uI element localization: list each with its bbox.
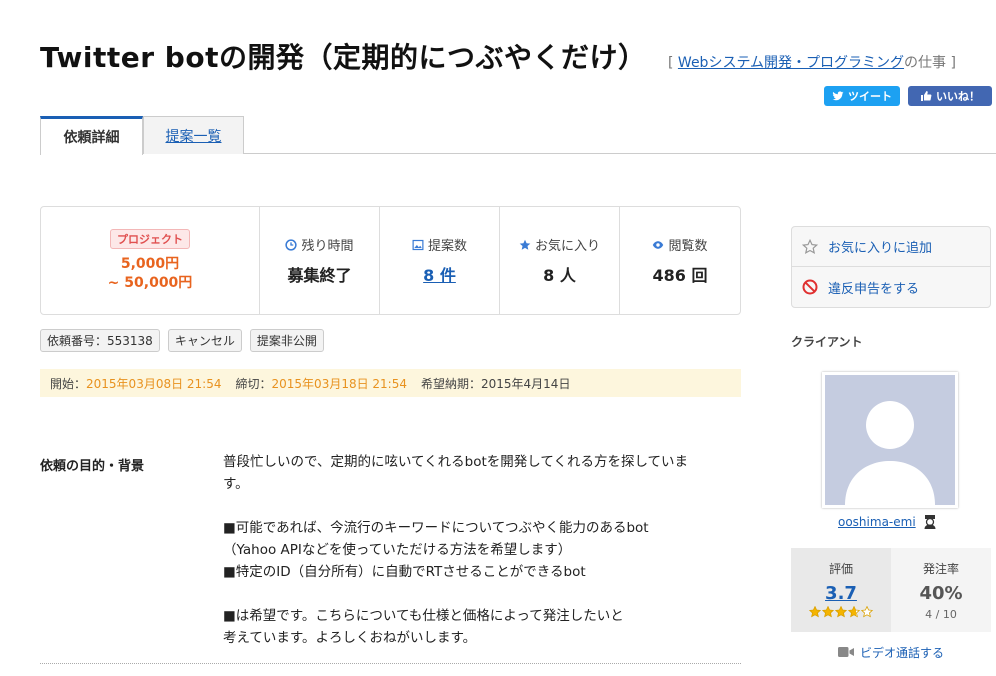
proposals-label: 提案数 — [427, 239, 467, 254]
rating-star-icon — [848, 606, 860, 618]
deadline-date: 2015年03月18日 21:54 — [271, 376, 407, 391]
report-violation-button[interactable]: 違反申告をする — [792, 267, 990, 307]
views-cell: 閲覧数 486 回 — [620, 207, 740, 314]
tweet-label: ツイート — [848, 90, 892, 103]
video-camera-icon — [837, 647, 854, 657]
purpose-line: ■可能であれば、今流行のキーワードについてつぶやく能力のあるbot — [223, 520, 649, 536]
purpose-line — [223, 495, 723, 517]
eye-icon — [653, 240, 664, 249]
category-link[interactable]: Webシステム開発・プログラミング — [678, 55, 904, 71]
proposals-count-link[interactable]: 8 件 — [423, 262, 456, 286]
start-date: 2015年03月08日 21:54 — [86, 376, 222, 391]
favorites-label: お気に入り — [534, 239, 600, 254]
prohibited-icon — [802, 279, 818, 295]
add-favorite-button[interactable]: お気に入りに追加 — [792, 227, 990, 267]
category-prefix: [ — [668, 55, 678, 71]
clock-icon — [285, 238, 298, 251]
identity-verified-icon — [924, 515, 936, 529]
order-ratio: 4 / 10 — [925, 608, 957, 621]
tweet-button[interactable]: ツイート — [824, 86, 900, 106]
tab-request-details[interactable]: 依頼詳細 — [40, 116, 143, 155]
purpose-line: す。 — [223, 476, 249, 492]
client-rating-panel: 評価 3.7 発注率 40% 4 / 10 — [791, 548, 991, 632]
client-heading: クライアント — [791, 335, 863, 349]
client-username-link[interactable]: ooshima-emi — [838, 515, 916, 529]
deadline-label: 締切： — [235, 376, 272, 391]
rating-cell: 評価 3.7 — [791, 548, 891, 632]
like-label: いいね！ — [936, 90, 980, 103]
rating-stars — [809, 606, 873, 618]
rating-star-icon — [835, 606, 847, 618]
tab-bar: 依頼詳細 提案一覧 — [40, 116, 996, 155]
sidebar-actions: お気に入りに追加 違反申告をする — [791, 226, 991, 308]
views-value: 486 回 — [652, 266, 708, 285]
start-label: 開始： — [50, 376, 87, 391]
purpose-line: 普段忙しいので、定期的に呟いてくれるbotを開発してくれる方を探していま — [223, 454, 689, 470]
category-suffix: の仕事 ] — [904, 55, 956, 71]
order-rate-cell: 発注率 40% 4 / 10 — [891, 548, 991, 632]
project-badge: プロジェクト — [110, 228, 190, 249]
remaining-time-label: 残り時間 — [301, 239, 354, 254]
image-icon — [412, 239, 424, 250]
like-button[interactable]: いいね！ — [908, 86, 992, 106]
views-label: 閲覧数 — [668, 239, 708, 254]
budget-cell: プロジェクト 5,000円 ~ 50,000円 — [41, 207, 260, 314]
rating-star-icon — [822, 606, 834, 618]
remaining-time-cell: 残り時間 募集終了 — [260, 207, 380, 314]
purpose-line: （Yahoo APIなどを使っていただける方法を希望します） — [223, 542, 572, 558]
proposal-visibility-tag: 提案非公開 — [249, 329, 324, 352]
purpose-text: 普段忙しいので、定期的に呟いてくれるbotを開発してくれる方を探していま す。 … — [223, 451, 723, 649]
star-icon — [519, 239, 531, 250]
purpose-line — [223, 583, 723, 605]
purpose-line: ■特定のID（自分所有）に自動でRTさせることができるbot — [223, 564, 586, 580]
video-call-button[interactable]: ビデオ通話する — [791, 638, 991, 666]
rating-value-link[interactable]: 3.7 — [825, 583, 857, 604]
star-outline-icon — [802, 238, 818, 254]
rating-star-icon — [861, 606, 873, 618]
tab-proposal-list[interactable]: 提案一覧 — [143, 116, 244, 154]
order-rate-value: 40% — [919, 583, 963, 604]
favorites-value: 8 人 — [543, 266, 576, 285]
job-tags: 依頼番号：553138 キャンセル 提案非公開 — [40, 329, 324, 352]
page-title: Twitter botの開発（定期的につぶやくだけ） — [40, 41, 647, 74]
thumbs-up-icon — [921, 91, 932, 101]
proposals-cell: 提案数 8 件 — [380, 207, 500, 314]
default-user-icon — [845, 401, 935, 505]
budget-min: 5,000円 — [120, 255, 180, 272]
video-call-label: ビデオ通話する — [859, 645, 944, 660]
twitter-bird-icon — [832, 91, 844, 101]
favorites-cell: お気に入り 8 人 — [500, 207, 620, 314]
report-violation-label: 違反申告をする — [828, 281, 920, 297]
order-rate-label: 発注率 — [922, 562, 959, 576]
rating-star-icon — [809, 606, 821, 618]
delivery-date: 希望納期：2015年4月14日 — [421, 376, 571, 391]
remaining-time-value: 募集終了 — [287, 266, 352, 285]
purpose-line: ■は希望です。こちらについても仕様と価格によって発注したいと — [223, 608, 624, 624]
add-favorite-label: お気に入りに追加 — [828, 241, 933, 256]
rating-label: 評価 — [828, 562, 853, 576]
job-stats-panel: プロジェクト 5,000円 ~ 50,000円 残り時間 募集終了 提案数 8 … — [40, 206, 741, 315]
section-divider — [40, 663, 741, 664]
schedule-bar: 開始： 2015年03月08日 21:54 締切： 2015年03月18日 21… — [40, 369, 741, 397]
job-number-tag: 依頼番号：553138 — [40, 329, 160, 352]
purpose-heading: 依頼の目的・背景 — [40, 459, 145, 474]
avatar[interactable] — [822, 372, 958, 508]
status-badge: キャンセル — [167, 329, 242, 352]
budget-max: ~ 50,000円 — [107, 274, 193, 291]
purpose-line: 考えています。よろしくおねがいします。 — [223, 630, 477, 646]
category-breadcrumb: [ Webシステム開発・プログラミングの仕事 ] — [668, 52, 956, 72]
